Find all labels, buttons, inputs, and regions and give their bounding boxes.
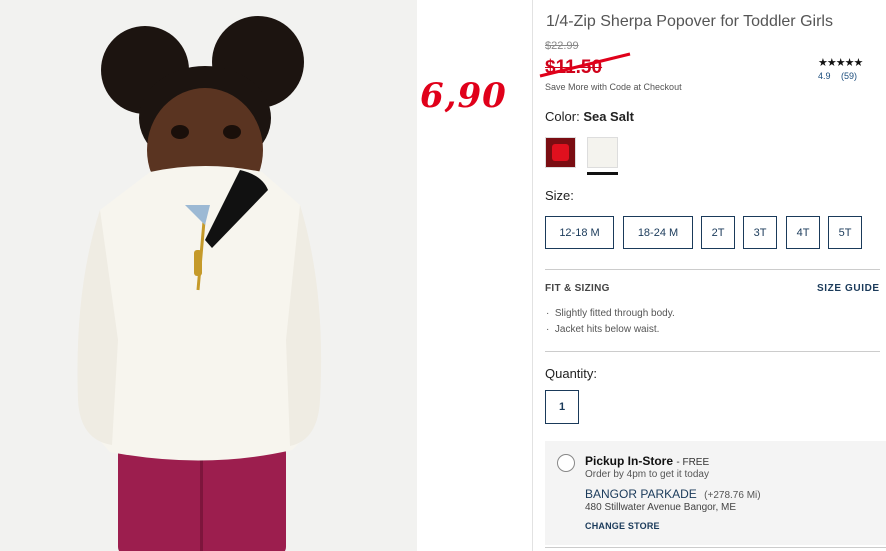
rating-score: 4.9 [818,71,831,81]
pickup-store-name: BANGOR PARKADE (+278.76 Mi) [585,487,761,501]
product-title: 1/4-Zip Sherpa Popover for Toddler Girls [546,13,833,30]
color-label: Color: [545,109,580,124]
pickup-title: Pickup In-Store - FREE [585,454,710,468]
size-option-18-24m[interactable]: 18-24 M [623,216,693,249]
panel-divider [532,0,533,551]
store-address: 480 Stillwater Avenue Bangor, ME [585,502,737,513]
section-divider [545,269,880,270]
product-photo-illustration [0,0,417,551]
pickup-radio-button[interactable] [557,454,575,472]
change-store-link[interactable]: CHANGE STORE [585,521,660,531]
handwritten-strike-mark [539,52,631,78]
product-image[interactable] [0,0,417,551]
color-swatch-sea-salt[interactable] [587,137,618,168]
size-option-3t[interactable]: 3T [743,216,777,249]
color-swatch-red[interactable] [545,137,576,168]
pickup-in-store-option[interactable]: Pickup In-Store - FREE Order by 4pm to g… [545,441,886,545]
product-details-panel: 1/4-Zip Sherpa Popover for Toddler Girls… [532,0,886,551]
fit-sizing-heading: FIT & SIZING [545,283,610,294]
product-rating[interactable]: ★★★★★ 4.9 (59) [818,56,878,81]
selected-color-name: Sea Salt [583,109,634,124]
section-divider [545,351,880,352]
size-option-2t[interactable]: 2T [701,216,735,249]
pickup-order-by: Order by 4pm to get it today [585,469,709,480]
size-guide-link[interactable]: SIZE GUIDE [817,283,880,294]
star-rating-icon: ★★★★★ [818,57,863,69]
pickup-free-label: - FREE [676,457,710,468]
quantity-label: Quantity: [545,366,598,381]
size-option-5t[interactable]: 5T [828,216,862,249]
fit-detail-item: · Slightly fitted through body. [546,308,675,319]
selected-swatch-indicator [587,172,618,175]
save-more-text: Save More with Code at Checkout [545,82,682,92]
store-distance: (+278.76 Mi) [704,490,761,501]
review-count-link[interactable]: (59) [841,71,857,81]
fit-detail-item: · Jacket hits below waist. [546,324,660,335]
handwritten-price-annotation: 6,90 [420,76,507,116]
size-label: Size: [545,188,574,203]
quantity-select[interactable]: 1 [545,390,579,424]
size-option-4t[interactable]: 4T [786,216,820,249]
section-divider [545,547,886,548]
size-option-12-18m[interactable]: 12-18 M [545,216,614,249]
color-label-row: Color: Sea Salt [545,109,634,124]
